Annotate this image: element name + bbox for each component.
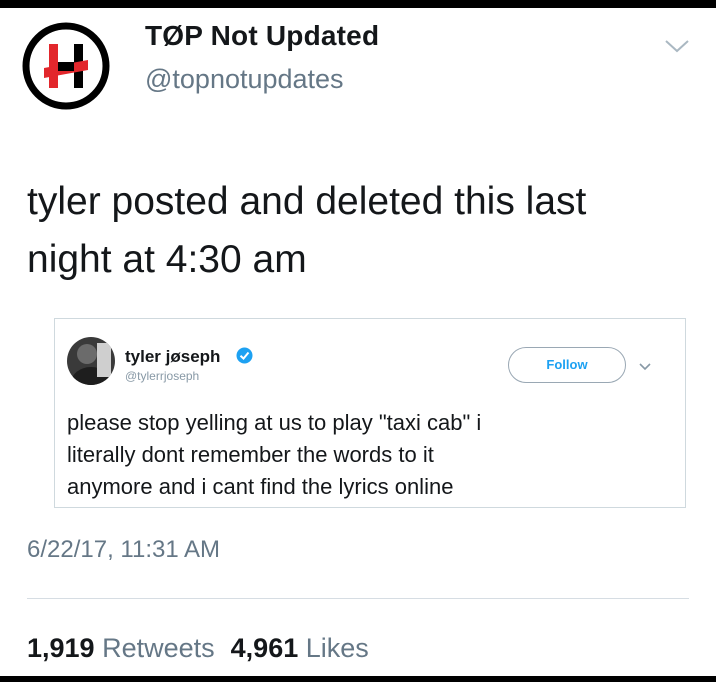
quoted-tweet-text: please stop yelling at us to play "taxi …	[67, 410, 482, 499]
profile-avatar[interactable]	[22, 22, 110, 110]
likes-stat[interactable]: 4,961 Likes	[231, 633, 369, 663]
user-handle[interactable]: @topnotupdates	[145, 64, 344, 95]
engagement-stats: 1,919 Retweets 4,961 Likes	[27, 633, 369, 664]
retweets-label: Retweets	[102, 633, 215, 663]
band-logo-icon	[22, 22, 110, 110]
tweet-timestamp[interactable]: 6/22/17, 11:31 AM	[27, 536, 220, 564]
display-name[interactable]: TØP Not Updated	[145, 20, 379, 52]
verified-badge-icon	[236, 347, 253, 364]
likes-label: Likes	[305, 633, 369, 663]
quoted-display-name[interactable]: tyler jøseph	[125, 347, 220, 367]
tweet-screenshot: TØP Not Updated @topnotupdates tyler pos…	[0, 8, 716, 676]
follow-button[interactable]: Follow	[508, 347, 626, 383]
retweets-stat[interactable]: 1,919 Retweets	[27, 633, 215, 663]
retweets-count: 1,919	[27, 633, 95, 663]
quoted-handle[interactable]: @tylerrjoseph	[125, 369, 199, 383]
avatar-photo-icon	[67, 337, 115, 385]
chevron-down-icon[interactable]	[664, 36, 690, 56]
chevron-down-icon[interactable]	[639, 359, 651, 371]
tweet-text: tyler posted and deleted this last night…	[27, 180, 587, 281]
quoted-tweet-card[interactable]: tyler jøseph @tylerrjoseph Follow please…	[54, 318, 686, 508]
divider	[27, 598, 689, 599]
likes-count: 4,961	[230, 633, 299, 663]
quoted-avatar[interactable]	[67, 337, 115, 385]
